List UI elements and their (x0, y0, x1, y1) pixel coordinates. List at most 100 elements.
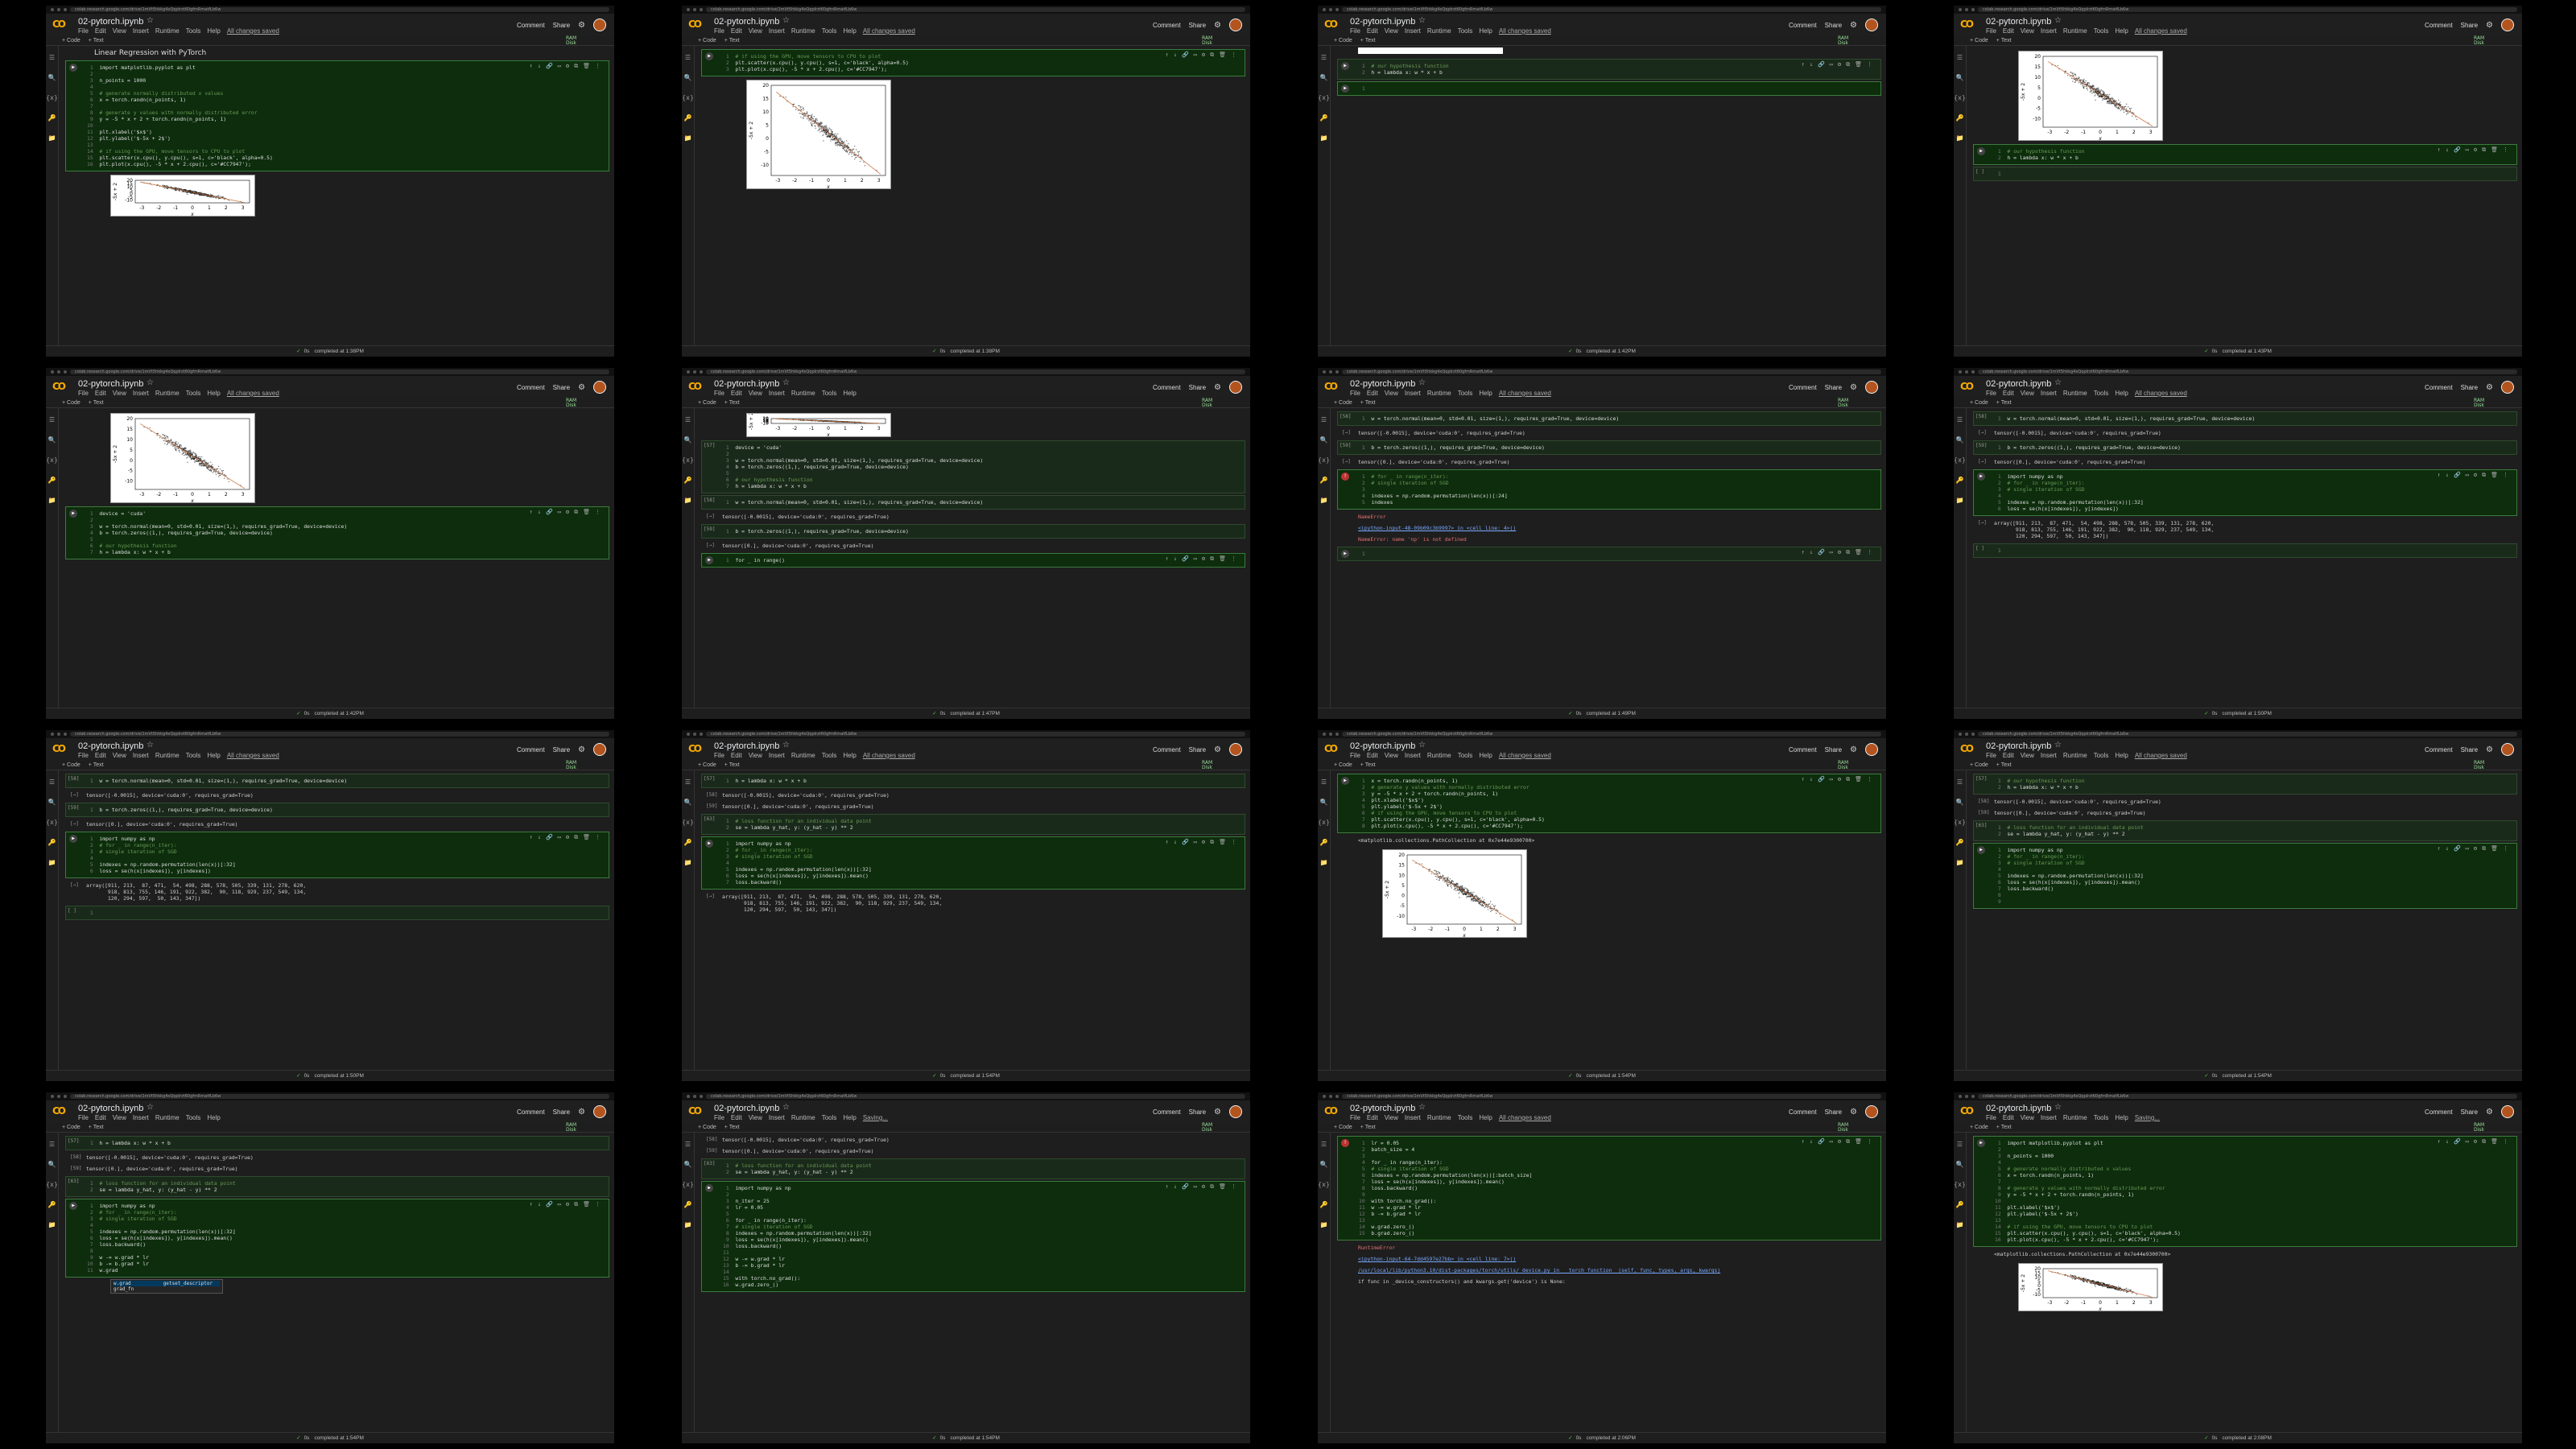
settings-icon[interactable]: ⚙ (566, 63, 569, 69)
reload-icon[interactable] (1971, 733, 1975, 736)
ram-disk-indicator[interactable]: RAM Disk (1838, 1123, 1854, 1133)
move-up-icon[interactable]: ↑ (530, 834, 533, 840)
add-code-button[interactable]: + Code (1970, 400, 1988, 406)
menu-edit[interactable]: Edit (731, 27, 742, 35)
comment-icon[interactable]: ▭ (1194, 52, 1197, 58)
code-cell[interactable]: ▶ ↑ ↓ 🔗 ▭ ⚙ ⧉ 🗑 ⋮ 1 import numpy as np 2 # for _… (1973, 469, 2517, 516)
toc-icon[interactable]: ☰ (1321, 778, 1327, 786)
menu-edit[interactable]: Edit (95, 752, 106, 759)
more-icon[interactable]: ⋮ (2503, 147, 2508, 153)
add-text-button[interactable]: + Text (1360, 1125, 1376, 1130)
secrets-icon[interactable]: 🔑 (684, 477, 692, 484)
notebook-title[interactable]: 02-pytorch.ipynb (714, 17, 779, 27)
delete-icon[interactable]: 🗑 (1219, 1183, 1226, 1190)
mirror-icon[interactable]: ⧉ (1846, 549, 1850, 555)
code-cell[interactable]: ▶[59] 1 b = torch.zeros((1,), requires_g… (1337, 440, 1881, 455)
link-icon[interactable]: 🔗 (2454, 845, 2461, 852)
avatar[interactable] (1229, 1105, 1242, 1118)
menu-view[interactable]: View (113, 1114, 126, 1121)
back-icon[interactable] (687, 370, 690, 374)
delete-icon[interactable]: 🗑 (583, 63, 590, 69)
run-cell-button[interactable]: ▶ (705, 556, 713, 564)
gear-icon[interactable]: ⚙ (578, 1108, 585, 1117)
star-icon[interactable]: ☆ (2054, 741, 2062, 749)
more-icon[interactable]: ⋮ (595, 509, 601, 515)
add-code-button[interactable]: + Code (1334, 1125, 1352, 1130)
menu-insert[interactable]: Insert (1405, 390, 1421, 397)
gear-icon[interactable]: ⚙ (1214, 745, 1221, 754)
avatar[interactable] (2501, 743, 2514, 756)
menu-help[interactable]: Help (207, 390, 220, 397)
gear-icon[interactable]: ⚙ (2486, 1108, 2493, 1117)
settings-icon[interactable]: ⚙ (2474, 472, 2477, 478)
mirror-icon[interactable]: ⧉ (2482, 845, 2486, 852)
notebook-title[interactable]: 02-pytorch.ipynb (78, 17, 143, 27)
mirror-icon[interactable]: ⧉ (1210, 52, 1214, 58)
colab-logo-icon[interactable]: CO (688, 743, 706, 754)
files-icon[interactable]: 📁 (1320, 859, 1328, 866)
ram-disk-indicator[interactable]: RAM Disk (1202, 36, 1218, 46)
menu-view[interactable]: View (1385, 390, 1398, 397)
share-button[interactable]: Share (553, 1108, 570, 1116)
address-bar[interactable]: colab.research.google.com/drive/1mVt5hkk… (70, 7, 609, 12)
code-cell[interactable]: ▶ ↑ ↓ 🔗 ▭ ⚙ ⧉ 🗑 ⋮ 1 device = 'cuda' 2 3 w = torc… (65, 506, 609, 559)
address-bar[interactable]: colab.research.google.com/drive/1mVt5hkk… (1978, 369, 2517, 374)
comment-button[interactable]: Comment (1789, 1108, 1817, 1116)
star-icon[interactable]: ☆ (147, 741, 154, 749)
code-cell[interactable]: ▶[59] 1 b = torch.zeros((1,), requires_g… (65, 803, 609, 817)
ram-disk-indicator[interactable]: RAM Disk (1838, 398, 1854, 408)
menu-file[interactable]: File (1986, 752, 1996, 759)
menu-help[interactable]: Help (2115, 390, 2128, 397)
save-status[interactable]: All changes saved (2135, 390, 2187, 397)
menu-view[interactable]: View (749, 752, 762, 759)
gear-icon[interactable]: ⚙ (2486, 383, 2493, 392)
add-code-button[interactable]: + Code (62, 1125, 80, 1130)
move-down-icon[interactable]: ↓ (538, 509, 541, 515)
comment-icon[interactable]: ▭ (2466, 472, 2469, 478)
share-button[interactable]: Share (553, 746, 570, 753)
mirror-icon[interactable]: ⧉ (2482, 472, 2486, 478)
share-button[interactable]: Share (1189, 22, 1206, 29)
colab-logo-icon[interactable]: CO (1324, 743, 1342, 754)
menu-view[interactable]: View (113, 390, 126, 397)
save-status[interactable]: All changes saved (1499, 27, 1551, 35)
forward-icon[interactable] (1965, 733, 1968, 736)
move-up-icon[interactable]: ↑ (2438, 1138, 2441, 1145)
reload-icon[interactable] (1971, 370, 1975, 374)
comment-icon[interactable]: ▭ (2466, 147, 2469, 153)
forward-icon[interactable] (693, 1095, 696, 1098)
comment-button[interactable]: Comment (2425, 384, 2453, 391)
forward-icon[interactable] (1965, 370, 1968, 374)
notebook-title[interactable]: 02-pytorch.ipynb (1986, 17, 2051, 27)
link-icon[interactable]: 🔗 (2454, 1138, 2461, 1145)
code-cell[interactable]: ▶ ↑ ↓ 🔗 ▭ ⚙ ⧉ 🗑 ⋮ 1 import matplotlib.pyplot as … (65, 60, 609, 171)
menu-edit[interactable]: Edit (95, 390, 106, 397)
menu-insert[interactable]: Insert (1405, 27, 1421, 35)
menu-edit[interactable]: Edit (95, 1114, 106, 1121)
avatar[interactable] (1229, 381, 1242, 394)
mirror-icon[interactable]: ⧉ (574, 1201, 578, 1208)
menu-insert[interactable]: Insert (769, 27, 785, 35)
comment-button[interactable]: Comment (1789, 746, 1817, 753)
run-cell-button[interactable]: ▶ (705, 52, 713, 60)
menu-tools[interactable]: Tools (822, 1114, 837, 1121)
menu-tools[interactable]: Tools (186, 752, 201, 759)
gear-icon[interactable]: ⚙ (1850, 745, 1857, 754)
add-text-button[interactable]: + Text (1996, 762, 2012, 768)
comment-button[interactable]: Comment (1789, 384, 1817, 391)
toc-icon[interactable]: ☰ (1957, 1141, 1963, 1148)
menu-insert[interactable]: Insert (2041, 1114, 2057, 1121)
back-icon[interactable] (1959, 8, 1962, 11)
link-icon[interactable]: 🔗 (1818, 61, 1825, 68)
move-up-icon[interactable]: ↑ (1166, 52, 1169, 58)
menu-help[interactable]: Help (843, 27, 856, 35)
menu-insert[interactable]: Insert (133, 1114, 149, 1121)
avatar[interactable] (2501, 381, 2514, 394)
search-icon[interactable]: 🔍 (684, 799, 692, 806)
autocomplete-item[interactable]: grad_fn (114, 1286, 220, 1292)
menu-runtime[interactable]: Runtime (1427, 752, 1451, 759)
mirror-icon[interactable]: ⧉ (1210, 555, 1214, 562)
ram-disk-indicator[interactable]: RAM Disk (2474, 36, 2490, 46)
add-text-button[interactable]: + Text (724, 1125, 740, 1130)
more-icon[interactable]: ⋮ (1867, 1138, 1872, 1145)
